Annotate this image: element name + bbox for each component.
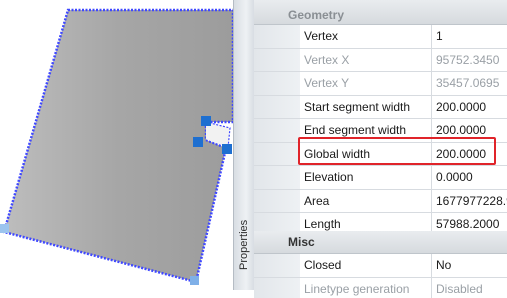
property-name: Global width: [300, 142, 432, 165]
property-value[interactable]: 200.0000: [432, 119, 507, 142]
property-name: Area: [300, 189, 432, 212]
vertex-grip[interactable]: [0, 224, 9, 233]
drawing-canvas[interactable]: [0, 0, 233, 298]
section-title: Geometry: [288, 8, 345, 22]
property-name: Start segment width: [300, 95, 432, 118]
misc-rows: Closed No Linetype generation Disabled: [254, 254, 507, 298]
property-row-global-width[interactable]: Global width 200.0000: [254, 142, 507, 166]
vertex-grip[interactable]: [222, 144, 232, 154]
property-value[interactable]: 95752.3450: [432, 49, 507, 72]
property-row-vertex-x[interactable]: Vertex X 95752.3450: [254, 48, 507, 72]
property-name: Vertex X: [300, 48, 432, 71]
property-value[interactable]: 200.0000: [432, 96, 507, 119]
property-row-start-segment-width[interactable]: Start segment width 200.0000: [254, 95, 507, 119]
polyline-drawing: [0, 8, 233, 285]
property-value[interactable]: 35457.0695: [432, 72, 507, 95]
property-row-elevation[interactable]: Elevation 0.0000: [254, 166, 507, 190]
vertex-grip[interactable]: [190, 276, 199, 285]
property-name: Elevation: [300, 166, 432, 189]
property-value: 1677977228.9: [436, 193, 507, 208]
property-name: Vertex: [300, 25, 432, 48]
property-row-vertex[interactable]: Vertex 1: [254, 25, 507, 49]
section-header-geometry[interactable]: Geometry: [254, 0, 507, 25]
geometry-rows: Vertex 1 Vertex X 95752.3450 Vertex Y 35…: [254, 25, 507, 237]
property-name: Vertex Y: [300, 72, 432, 95]
section-header-misc[interactable]: Misc: [254, 231, 507, 254]
property-value[interactable]: 200.0000: [432, 143, 507, 166]
properties-tab-label: Properties: [238, 219, 250, 271]
property-name: Linetype generation: [300, 277, 432, 298]
property-value[interactable]: 0.0000: [432, 166, 507, 189]
property-value[interactable]: 1: [432, 25, 507, 48]
property-grid: Geometry Vertex 1 Vertex X 95752.3450 Ve…: [254, 0, 507, 298]
property-row-vertex-y[interactable]: Vertex Y 35457.0695: [254, 72, 507, 96]
property-name: Closed: [300, 254, 432, 277]
section-title: Misc: [288, 235, 315, 249]
property-value[interactable]: Disabled: [432, 278, 507, 298]
vertex-grip[interactable]: [201, 116, 211, 126]
vertex-grip[interactable]: [193, 137, 203, 147]
property-row-linetype-generation[interactable]: Linetype generation Disabled: [254, 277, 507, 298]
property-row-closed[interactable]: Closed No: [254, 254, 507, 278]
property-row-area[interactable]: Area 1677977228.9: [254, 189, 507, 213]
properties-side-tab[interactable]: Properties: [233, 0, 255, 290]
property-row-end-segment-width[interactable]: End segment width 200.0000: [254, 119, 507, 143]
property-value[interactable]: No: [432, 254, 507, 277]
property-name: End segment width: [300, 119, 432, 142]
